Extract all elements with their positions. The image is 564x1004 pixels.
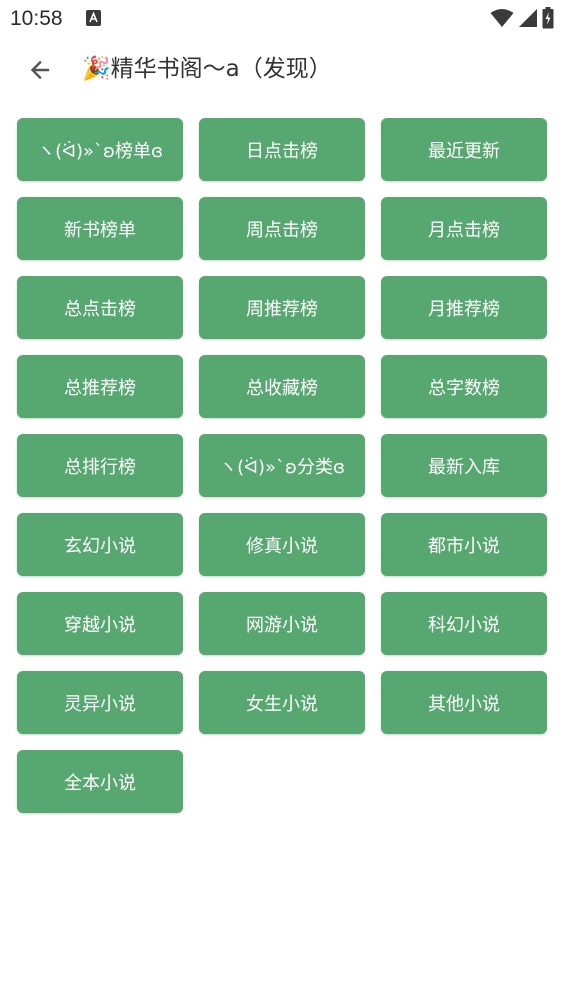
daily-clicks-button[interactable]: 日点击榜	[199, 118, 365, 181]
cultivation-novels-button[interactable]: 修真小说	[199, 513, 365, 576]
status-icons	[486, 7, 554, 29]
online-game-novels-button[interactable]: 网游小说	[199, 592, 365, 655]
wifi-icon	[490, 9, 514, 27]
status-bar: 10:58	[0, 0, 564, 38]
rank-list-button[interactable]: ヽ(ᐛ)»`ʚ榜单ɞ	[17, 118, 183, 181]
complete-novels-button[interactable]: 全本小说	[17, 750, 183, 813]
page-title: 🎉精华书阁～a（发现）	[82, 56, 332, 82]
newest-added-button[interactable]: 最新入库	[381, 434, 547, 497]
app-bar: 🎉精华书阁～a（发现）	[0, 38, 564, 102]
total-wordcount-button[interactable]: 总字数榜	[381, 355, 547, 418]
a-notification-icon	[86, 10, 101, 26]
new-books-button[interactable]: 新书榜单	[17, 197, 183, 260]
fantasy-novels-button[interactable]: 玄幻小说	[17, 513, 183, 576]
urban-novels-button[interactable]: 都市小说	[381, 513, 547, 576]
back-button[interactable]	[20, 50, 60, 90]
arrow-left-icon	[30, 60, 50, 80]
other-novels-button[interactable]: 其他小说	[381, 671, 547, 734]
recent-updates-button[interactable]: 最近更新	[381, 118, 547, 181]
status-time: 10:58	[10, 7, 63, 30]
total-clicks-button[interactable]: 总点击榜	[17, 276, 183, 339]
scifi-novels-button[interactable]: 科幻小说	[381, 592, 547, 655]
weekly-clicks-button[interactable]: 周点击榜	[199, 197, 365, 260]
supernatural-novels-button[interactable]: 灵异小说	[17, 671, 183, 734]
signal-icon	[519, 9, 537, 27]
total-favorites-button[interactable]: 总收藏榜	[199, 355, 365, 418]
time-travel-novels-button[interactable]: 穿越小说	[17, 592, 183, 655]
monthly-clicks-button[interactable]: 月点击榜	[381, 197, 547, 260]
total-ranking-button[interactable]: 总排行榜	[17, 434, 183, 497]
monthly-recommend-button[interactable]: 月推荐榜	[381, 276, 547, 339]
female-novels-button[interactable]: 女生小说	[199, 671, 365, 734]
categories-button[interactable]: ヽ(ᐛ)»`ʚ分类ɞ	[199, 434, 365, 497]
weekly-recommend-button[interactable]: 周推荐榜	[199, 276, 365, 339]
total-recommend-button[interactable]: 总推荐榜	[17, 355, 183, 418]
battery-icon	[542, 7, 554, 29]
category-grid: ヽ(ᐛ)»`ʚ榜单ɞ 日点击榜 最近更新 新书榜单 周点击榜 月点击榜 总点击榜…	[17, 118, 547, 813]
